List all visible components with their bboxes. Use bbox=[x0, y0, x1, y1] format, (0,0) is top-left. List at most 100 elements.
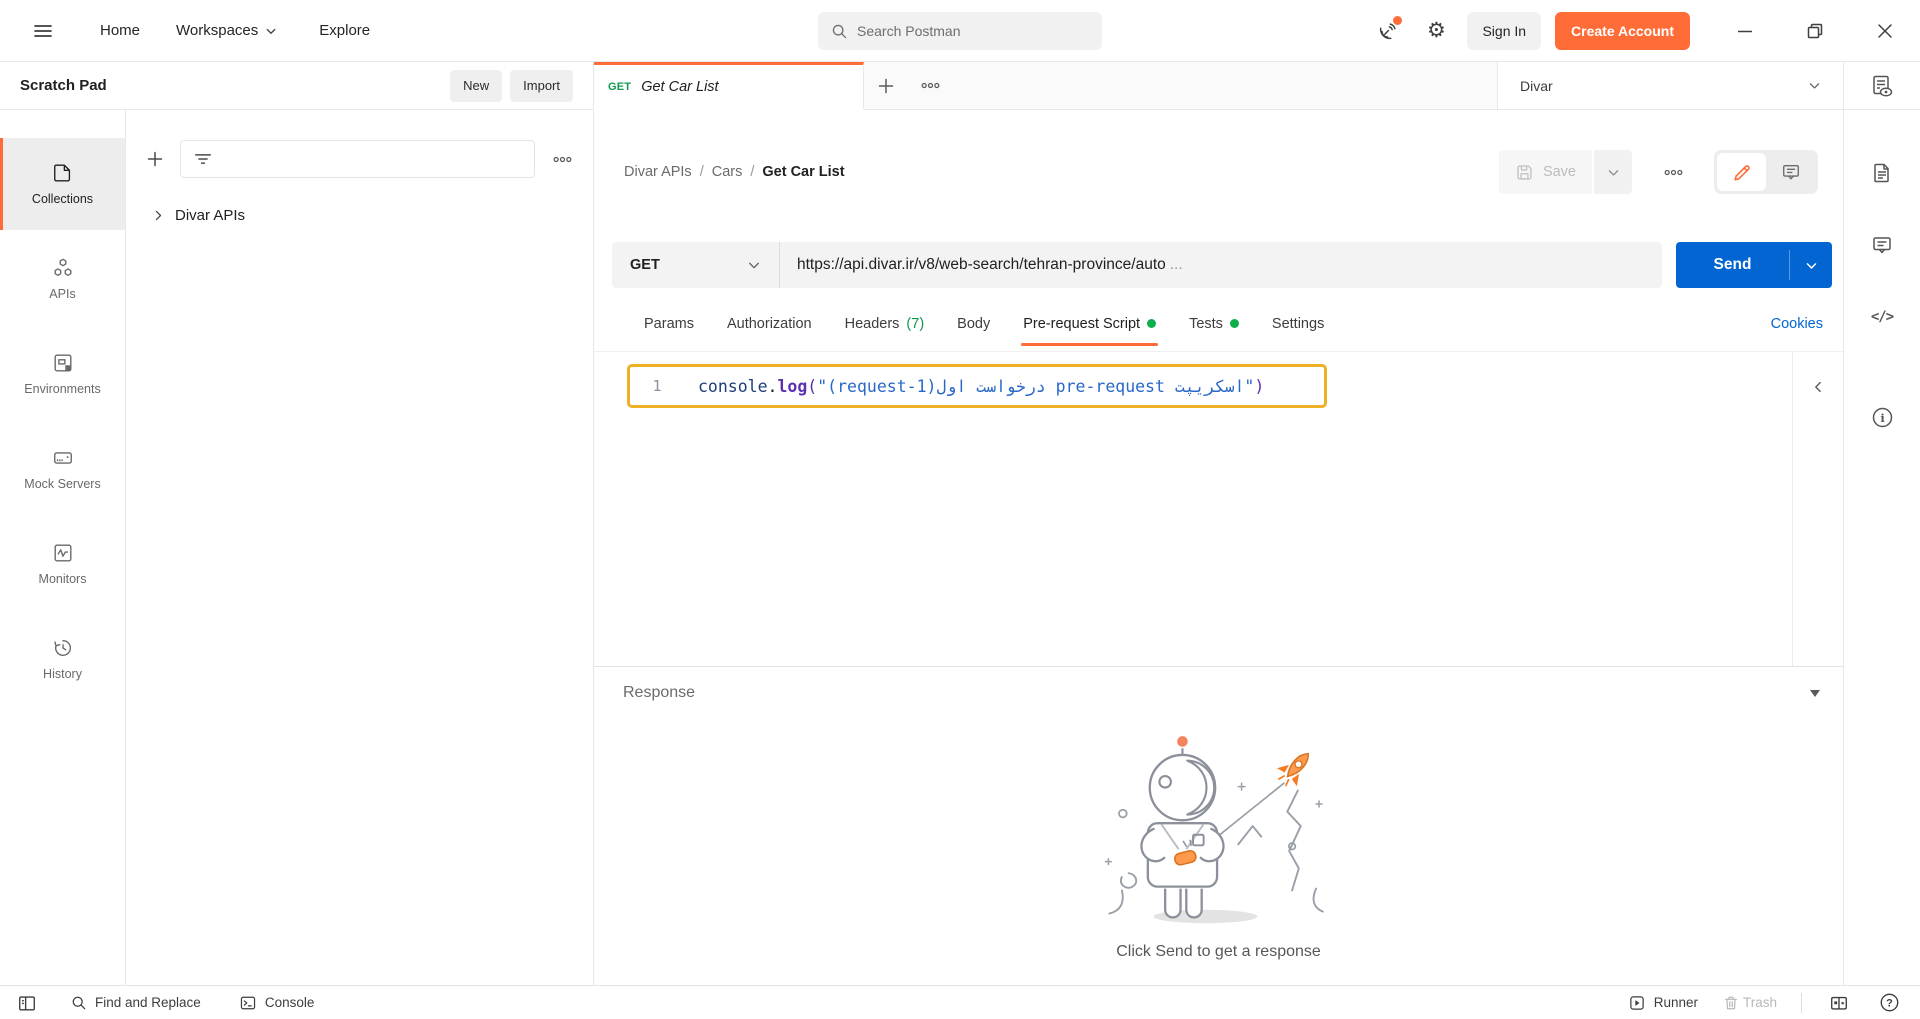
sidebar-item-monitors[interactable]: Monitors bbox=[0, 518, 125, 610]
console-button[interactable]: Console bbox=[239, 994, 314, 1012]
tab-authorization[interactable]: Authorization bbox=[727, 296, 812, 351]
response-collapse-caret-icon[interactable] bbox=[1810, 689, 1820, 697]
comments-toggle[interactable] bbox=[1766, 153, 1815, 191]
hamburger-menu-icon[interactable] bbox=[26, 14, 60, 48]
method-selector[interactable]: GET bbox=[612, 242, 780, 288]
sidebar-item-label: APIs bbox=[49, 287, 76, 301]
code-token-method: log bbox=[777, 376, 808, 396]
code-editor[interactable]: 1 console.log("اسکریپت pre-request درخوا… bbox=[594, 352, 1793, 666]
sidebar-item-label: Collections bbox=[31, 192, 94, 206]
tab-params[interactable]: Params bbox=[644, 296, 694, 351]
request-more-options-icon[interactable] bbox=[1656, 155, 1690, 189]
sidebar-item-collections[interactable]: Collections bbox=[0, 138, 125, 230]
postman-app: Home Workspaces Explore Search Postman ⚙… bbox=[0, 0, 1920, 1019]
info-icon[interactable]: i bbox=[1867, 402, 1897, 432]
collection-divar-apis[interactable]: Divar APIs bbox=[126, 196, 593, 234]
url-ellipsis: ... bbox=[1169, 256, 1183, 273]
status-bar: Find and Replace Console Runner Trash ? bbox=[0, 985, 1920, 1019]
tab-settings[interactable]: Settings bbox=[1272, 296, 1324, 351]
trash-icon bbox=[1725, 996, 1737, 1009]
search-bar[interactable] bbox=[818, 12, 1102, 50]
code-snippet-icon[interactable]: </> bbox=[1867, 302, 1897, 332]
sidebar-item-history[interactable]: History bbox=[0, 613, 125, 705]
new-tab-icon[interactable] bbox=[864, 62, 908, 109]
notification-dot bbox=[1393, 15, 1403, 25]
save-options-chevron[interactable] bbox=[1594, 150, 1632, 194]
url-input[interactable]: https://api.divar.ir/v8/web-search/tehra… bbox=[780, 242, 1662, 288]
response-empty-text: Click Send to get a response bbox=[1116, 943, 1321, 960]
svg-text:i: i bbox=[1880, 411, 1885, 425]
script-editor-section: 1 console.log("اسکریپت pre-request درخوا… bbox=[594, 352, 1843, 667]
request-tab[interactable]: GET Get Car List bbox=[594, 62, 864, 109]
runner-label: Runner bbox=[1653, 995, 1698, 1010]
request-tabs: Params Authorization Headers (7) Body Pre… bbox=[594, 296, 1843, 352]
console-icon bbox=[240, 996, 255, 1009]
chevron-down-icon bbox=[1809, 83, 1820, 89]
filter-icon bbox=[195, 154, 211, 164]
split-panes-icon[interactable] bbox=[1826, 990, 1852, 1016]
sidebar-item-mock-servers[interactable]: Mock Servers bbox=[0, 423, 125, 515]
code-token-quote-close: " bbox=[1244, 376, 1255, 396]
highlighted-code-line[interactable]: 1 console.log("اسکریپت pre-request درخوا… bbox=[627, 364, 1327, 408]
environment-quick-look-icon[interactable] bbox=[1843, 62, 1920, 109]
tab-pre-request-script[interactable]: Pre-request Script bbox=[1021, 296, 1158, 351]
settings-gear-icon[interactable]: ⚙ bbox=[1419, 14, 1453, 48]
trash-button[interactable]: Trash bbox=[1722, 994, 1777, 1012]
tab-label: Params bbox=[644, 315, 694, 332]
runner-icon bbox=[1629, 995, 1644, 1010]
right-icon-rail: </> i bbox=[1843, 110, 1920, 985]
import-button[interactable]: Import bbox=[510, 69, 573, 102]
edit-pencil-toggle[interactable] bbox=[1717, 153, 1766, 191]
new-button[interactable]: New bbox=[450, 69, 503, 102]
gear-glyph: ⚙ bbox=[1427, 19, 1446, 42]
tab-body[interactable]: Body bbox=[957, 296, 990, 351]
tab-tests[interactable]: Tests bbox=[1189, 296, 1239, 351]
astronaut-illustration bbox=[1104, 736, 1324, 924]
breadcrumb-request-name[interactable]: Get Car List bbox=[762, 164, 844, 180]
save-label: Save bbox=[1542, 164, 1576, 180]
search-input[interactable] bbox=[857, 23, 1057, 39]
sidebar-item-environments[interactable]: Environments bbox=[0, 328, 125, 420]
nav-workspaces[interactable]: Workspaces bbox=[176, 22, 277, 39]
topbar-left: Home Workspaces Explore bbox=[26, 14, 370, 48]
send-options-chevron[interactable] bbox=[1790, 242, 1832, 288]
documentation-icon[interactable] bbox=[1867, 158, 1897, 188]
sidebar-item-apis[interactable]: APIs bbox=[0, 233, 125, 325]
environment-selector[interactable]: Divar bbox=[1497, 62, 1843, 109]
code-token-object: console bbox=[698, 376, 768, 396]
cookies-link[interactable]: Cookies bbox=[1771, 296, 1823, 351]
window-minimize-icon[interactable] bbox=[1734, 20, 1756, 42]
comment-icon bbox=[1782, 164, 1799, 180]
breadcrumb-folder[interactable]: Cars bbox=[712, 164, 743, 180]
window-close-icon[interactable] bbox=[1874, 20, 1896, 42]
tab-options-icon[interactable] bbox=[908, 62, 952, 109]
tab-headers[interactable]: Headers (7) bbox=[845, 296, 925, 351]
pencil-icon bbox=[1733, 165, 1750, 181]
nav-explore[interactable]: Explore bbox=[319, 22, 370, 39]
runner-button[interactable]: Runner bbox=[1628, 994, 1698, 1012]
green-dot bbox=[1229, 319, 1239, 328]
filter-collections-input[interactable] bbox=[180, 140, 535, 178]
satellite-notifications-icon[interactable] bbox=[1371, 14, 1405, 48]
toggle-sidebar-icon[interactable] bbox=[14, 990, 40, 1016]
code-token-quote-open: " bbox=[817, 376, 828, 396]
workspace-title: Scratch Pad bbox=[20, 77, 107, 94]
comments-icon[interactable] bbox=[1867, 230, 1897, 260]
help-icon[interactable]: ? bbox=[1876, 990, 1902, 1016]
find-and-replace-button[interactable]: Find and Replace bbox=[70, 994, 201, 1011]
chevron-left-icon bbox=[1815, 381, 1821, 393]
sign-in-button[interactable]: Sign In bbox=[1467, 11, 1542, 50]
collections-more-options-icon[interactable] bbox=[547, 142, 577, 176]
editor-collapse-handle[interactable] bbox=[1793, 352, 1843, 666]
add-collection-icon[interactable] bbox=[142, 142, 168, 176]
window-restore-icon[interactable] bbox=[1804, 20, 1826, 42]
sidebar-nav-rail: Collections APIs Environments Mock Serve… bbox=[0, 110, 126, 985]
environments-icon bbox=[54, 354, 71, 372]
send-button[interactable]: Send bbox=[1676, 242, 1832, 288]
breadcrumb-collection[interactable]: Divar APIs bbox=[624, 164, 692, 180]
tab-label: Authorization bbox=[726, 315, 812, 332]
create-account-button[interactable]: Create Account bbox=[1555, 11, 1690, 50]
save-button[interactable]: Save bbox=[1498, 150, 1592, 194]
nav-home[interactable]: Home bbox=[100, 22, 140, 39]
tab-label: Pre-request Script bbox=[1023, 315, 1141, 332]
